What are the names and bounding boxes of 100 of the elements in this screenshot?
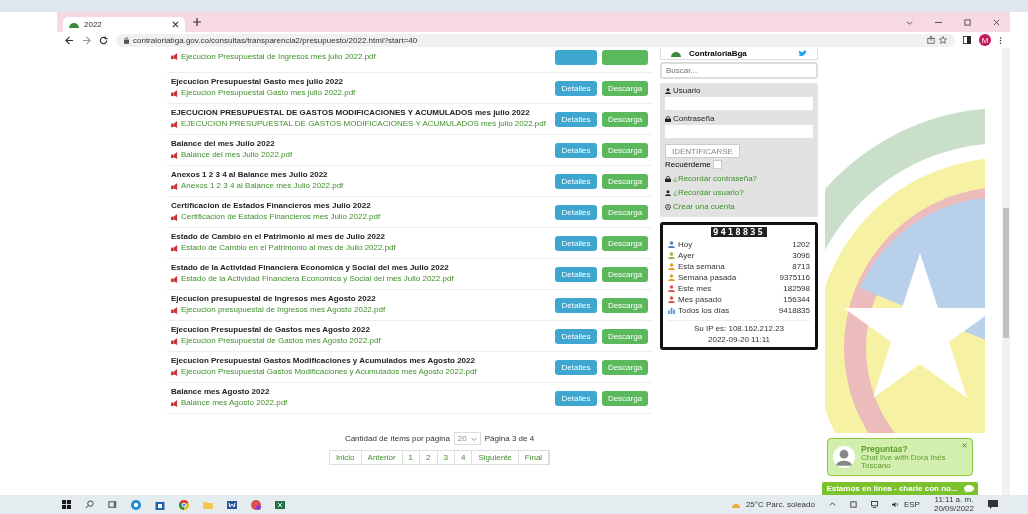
document-link[interactable]: Ejecucion Presupuestal de Gastos mes Agosto 2022.pdf (181, 337, 381, 346)
account-link[interactable]: Crear una cuenta (673, 202, 735, 211)
page-link[interactable]: Siguiente (472, 451, 519, 464)
page-link[interactable]: Final (518, 451, 550, 464)
app-icon[interactable] (251, 499, 261, 510)
stat-value: 156344 (783, 294, 810, 304)
stat-label: Esta semana (678, 261, 726, 271)
document-link[interactable]: Ejecucion Presupuestal de Ingresos mes julio 2022.pdf (181, 52, 376, 62)
chat-invite-bubble[interactable]: Preguntas? Chat live with Dora Inés Toscano (827, 438, 973, 476)
speaker-icon[interactable] (891, 501, 899, 508)
details-button[interactable]: Detalles (555, 390, 597, 406)
browser-tab[interactable]: 2022 (63, 17, 185, 32)
download-button[interactable]: Descarga (602, 111, 648, 127)
details-button[interactable]: Detalles (555, 142, 597, 158)
scrollbar[interactable] (1002, 48, 1010, 495)
document-link[interactable]: EJECUCION PRESUPUESTAL DE GASTOS MODIFICACIONES Y ACUMULADOS mes julio 2022.pdf (181, 120, 546, 129)
page-link[interactable]: 3 (437, 451, 455, 464)
download-button[interactable]: Descarga (602, 359, 648, 375)
page-link[interactable]: Anterior (361, 451, 403, 464)
notification-icon[interactable] (988, 499, 998, 510)
network-icon[interactable] (870, 501, 878, 508)
maximize-icon[interactable] (964, 18, 971, 26)
document-link[interactable]: Ejecucion presupuestal de Ingresos mes Agosto 2022.pdf (181, 306, 386, 315)
document-link[interactable]: Estado de Cambio en el Patrimonio al mes de Julio 2022.pdf (181, 244, 396, 253)
reload-icon[interactable] (99, 35, 108, 45)
document-link[interactable]: Anexos 1 2 3 4 al Balance mes Julio 2022.pdf (181, 182, 344, 191)
details-button[interactable]: Detalles (555, 235, 597, 251)
chevron-up-icon[interactable] (828, 501, 836, 508)
tray-icon[interactable] (849, 501, 857, 508)
download-button[interactable]: Descarga (602, 328, 648, 344)
more-icon[interactable] (999, 35, 1002, 45)
stat-label: Todos los días (678, 305, 731, 315)
download-button[interactable]: Descarga (602, 235, 648, 251)
share-icon[interactable] (927, 36, 935, 44)
document-link[interactable]: Estado de la Actividad Financiera Economica y Social del mes Julio 2022.pdf (181, 275, 454, 284)
details-button[interactable]: Detalles (555, 80, 597, 96)
windows-start-icon[interactable] (62, 500, 71, 509)
back-icon[interactable] (65, 35, 74, 45)
chrome-icon[interactable] (179, 499, 189, 510)
page-link[interactable]: 2 (420, 451, 438, 464)
download-button[interactable]: Descarga (602, 266, 648, 282)
excel-icon[interactable] (275, 499, 285, 510)
document-title: Estado de la Actividad Financiera Economica y Social del mes Julio 2022 (171, 264, 450, 273)
details-button[interactable]: Detalles (555, 328, 597, 344)
document-link[interactable]: Balance del mes Julio 2022.pdf (181, 151, 293, 160)
account-link[interactable]: ¿Recordar usuario? (673, 188, 744, 197)
details-button[interactable]: Detalles (555, 297, 597, 313)
document-link[interactable]: Ejecucion Presupuestal Gastos Modificaciones y Acumulados mes Agosto 2022.pdf (181, 368, 477, 377)
details-button[interactable]: Detalles (555, 359, 597, 375)
page-link[interactable]: Inicio (329, 451, 362, 464)
twitter-account-name[interactable]: ContraloriaBga (689, 49, 790, 58)
stat-value: 8713 (792, 261, 810, 271)
profile-avatar[interactable]: M (979, 34, 991, 46)
star-icon[interactable] (939, 36, 947, 44)
account-link[interactable]: ¿Recordar contraseña? (673, 174, 758, 183)
download-button[interactable]: Descarga (602, 142, 648, 158)
page-link[interactable]: 4 (454, 451, 473, 464)
document-link[interactable]: Certificacion de Estados Financieros mes Julio 2022.pdf (181, 213, 381, 222)
login-button[interactable]: IDENTIFICARSE (665, 144, 740, 158)
new-tab-icon[interactable] (193, 18, 201, 26)
document-title: Ejecucion Presupuestal Gasto mes julio 2022 (171, 78, 345, 87)
forward-icon[interactable] (82, 35, 91, 45)
sidebar-icon[interactable] (963, 36, 971, 44)
chevron-down-icon[interactable] (906, 18, 913, 26)
download-button[interactable]: Descarga (602, 80, 648, 96)
visitor-counter-digits: 9418835 (711, 227, 767, 237)
download-button[interactable]: Descarga (602, 390, 648, 406)
chat-subtitle: Chat live with Dora Inés Toscano (861, 453, 947, 471)
language-indicator[interactable]: ESP (903, 500, 920, 509)
task-view-icon[interactable] (108, 500, 117, 509)
remember-checkbox[interactable] (712, 160, 722, 169)
close-icon[interactable] (993, 18, 1000, 26)
weather-text[interactable]: 25°C Parc. soleado (745, 500, 815, 509)
download-button[interactable]: Descarga (602, 204, 648, 220)
browser-icon[interactable] (131, 499, 141, 510)
search-icon[interactable] (85, 500, 94, 509)
document-title: Estado de Cambio en el Patrimonio al mes de Julio 2022 (171, 233, 386, 242)
store-icon[interactable] (155, 499, 165, 510)
download-button[interactable]: Descarga (602, 297, 648, 313)
clock-date: 20/09/2022 (933, 504, 974, 514)
download-button[interactable] (602, 49, 648, 65)
chat-bar[interactable]: Estamos en linea - charle con no... (822, 482, 978, 495)
username-field[interactable] (665, 97, 813, 110)
details-button[interactable]: Detalles (555, 111, 597, 127)
details-button[interactable]: Detalles (555, 266, 597, 282)
details-button[interactable]: Detalles (555, 204, 597, 220)
details-button[interactable]: Detalles (555, 173, 597, 189)
word-icon[interactable] (227, 499, 237, 510)
document-link[interactable]: Balance mes Agosto 2022.pdf (181, 399, 288, 408)
close-icon[interactable] (172, 21, 179, 28)
download-button[interactable]: Descarga (602, 173, 648, 189)
page-size-select[interactable]: 20 (453, 432, 481, 445)
details-button[interactable] (555, 49, 597, 65)
document-title: EJECUCION PRESUPUESTAL DE GASTOS MODIFICACIONES Y ACUMULADOS mes julio 2022 (171, 109, 531, 118)
document-link[interactable]: Ejecucion Presupuestal Gasto mes julio 2022.pdf (181, 89, 356, 98)
page-link[interactable]: 1 (402, 451, 421, 464)
password-field[interactable] (665, 125, 813, 138)
address-field[interactable]: contraloriabga.gov.co/consultas/transparencia2/presupuesto/2022.html?start=40 (116, 33, 955, 47)
search-field[interactable]: Buscar... (660, 62, 818, 79)
stat-label: Este mes (678, 283, 713, 293)
